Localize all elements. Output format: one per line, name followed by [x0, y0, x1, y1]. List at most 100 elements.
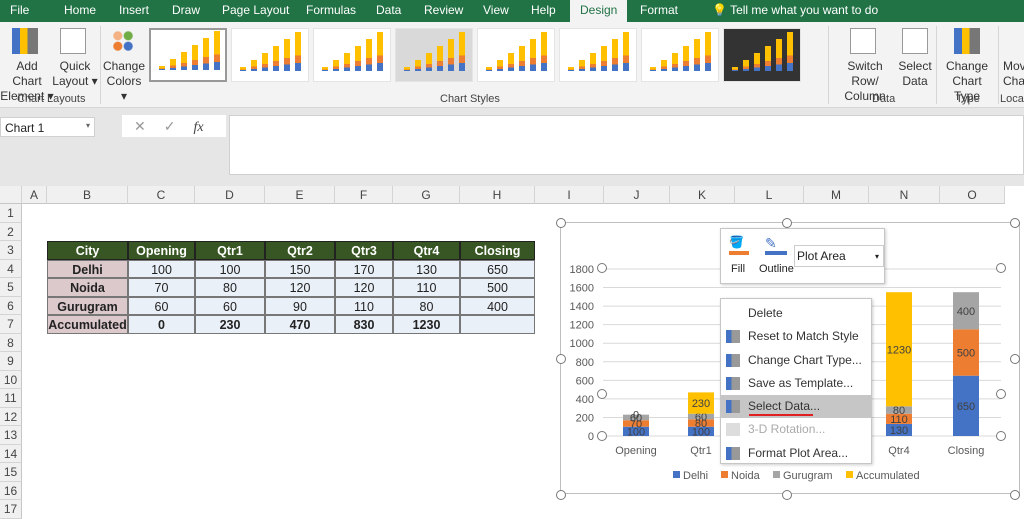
resize-handle[interactable]	[782, 490, 792, 500]
table-cell[interactable]: 500	[460, 278, 535, 297]
column-header[interactable]: B	[47, 186, 128, 204]
row-header[interactable]: 7	[0, 315, 22, 334]
resize-handle[interactable]	[782, 218, 792, 228]
row-header[interactable]: 13	[0, 426, 22, 445]
row-header[interactable]: 12	[0, 408, 22, 427]
column-header[interactable]: O	[940, 186, 1005, 204]
tab-insert[interactable]: Insert	[119, 3, 149, 17]
table-cell[interactable]: 830	[335, 315, 393, 334]
column-header[interactable]: M	[804, 186, 869, 204]
chart-style-5[interactable]	[477, 28, 555, 82]
enter-icon[interactable]: ✓	[164, 118, 176, 134]
table-cell[interactable]: 150	[265, 260, 335, 279]
chart-style-8[interactable]	[723, 28, 801, 82]
table-cell[interactable]	[460, 315, 535, 334]
resize-handle[interactable]	[597, 389, 607, 399]
table-cell[interactable]: 70	[128, 278, 195, 297]
resize-handle[interactable]	[996, 263, 1006, 273]
cancel-icon[interactable]: ✕	[134, 118, 146, 134]
row-header[interactable]: 1	[0, 204, 22, 223]
move-chart-button[interactable]: MoveChart	[1003, 59, 1024, 89]
row-header[interactable]: 6	[0, 297, 22, 316]
tab-review[interactable]: Review	[424, 3, 463, 17]
resize-handle[interactable]	[556, 218, 566, 228]
formula-input[interactable]	[229, 115, 1024, 175]
row-header[interactable]: 3	[0, 241, 22, 260]
resize-handle[interactable]	[1010, 218, 1020, 228]
table-cell[interactable]: 80	[393, 297, 460, 316]
table-cell[interactable]: 80	[195, 278, 265, 297]
resize-handle[interactable]	[597, 263, 607, 273]
column-header[interactable]: J	[604, 186, 670, 204]
tab-draw[interactable]: Draw	[172, 3, 200, 17]
table-header-cell[interactable]: Qtr4	[393, 241, 460, 260]
table-header-cell[interactable]: City	[47, 241, 128, 260]
outline-button[interactable]: Outline	[759, 263, 794, 275]
resize-handle[interactable]	[1010, 354, 1020, 364]
resize-handle[interactable]	[556, 354, 566, 364]
tab-design[interactable]: Design	[570, 0, 627, 22]
chart-style-4[interactable]	[395, 28, 473, 82]
resize-handle[interactable]	[996, 389, 1006, 399]
resize-handle[interactable]	[996, 431, 1006, 441]
tab-formulas[interactable]: Formulas	[306, 3, 356, 17]
tab-home[interactable]: Home	[64, 3, 96, 17]
column-header[interactable]: G	[393, 186, 460, 204]
tab-file[interactable]: File	[10, 3, 29, 17]
column-header[interactable]: H	[460, 186, 535, 204]
menu-item-3-d-rotation[interactable]: 3-D Rotation...	[721, 418, 871, 441]
select-data-button[interactable]: SelectData	[897, 59, 933, 89]
column-header[interactable]: C	[128, 186, 195, 204]
chart-style-7[interactable]	[641, 28, 719, 82]
table-header-cell[interactable]: Qtr1	[195, 241, 265, 260]
chart-style-3[interactable]	[313, 28, 391, 82]
column-header[interactable]: K	[670, 186, 735, 204]
menu-item-change-chart-type[interactable]: Change Chart Type...	[721, 349, 871, 372]
column-header[interactable]: L	[735, 186, 804, 204]
table-cell[interactable]: 60	[128, 297, 195, 316]
row-header[interactable]: 5	[0, 278, 22, 297]
row-header[interactable]: 10	[0, 371, 22, 390]
table-cell[interactable]: 110	[335, 297, 393, 316]
change-colors-button[interactable]: ChangeColors ▾	[102, 59, 146, 104]
column-header[interactable]: A	[22, 186, 47, 204]
table-cell[interactable]: 60	[195, 297, 265, 316]
table-cell[interactable]: Noida	[47, 278, 128, 297]
table-cell[interactable]: 110	[393, 278, 460, 297]
row-header[interactable]: 11	[0, 389, 22, 408]
tab-page-layout[interactable]: Page Layout	[222, 3, 289, 17]
table-cell[interactable]: 130	[393, 260, 460, 279]
table-header-cell[interactable]: Qtr3	[335, 241, 393, 260]
menu-item-delete[interactable]: Delete	[721, 302, 871, 325]
insert-function-icon[interactable]: fx	[193, 120, 203, 135]
table-cell[interactable]: Gurugram	[47, 297, 128, 316]
table-cell[interactable]: 100	[195, 260, 265, 279]
table-header-cell[interactable]: Qtr2	[265, 241, 335, 260]
chart-element-select[interactable]: Plot Area▾	[794, 245, 884, 267]
table-cell[interactable]: 100	[128, 260, 195, 279]
table-cell[interactable]: 120	[265, 278, 335, 297]
table-cell[interactable]: 650	[460, 260, 535, 279]
quick-layout-button[interactable]: QuickLayout ▾	[52, 59, 98, 89]
tab-view[interactable]: View	[483, 3, 509, 17]
resize-handle[interactable]	[597, 431, 607, 441]
tab-help[interactable]: Help	[531, 3, 556, 17]
tell-me-search[interactable]: 💡 Tell me what you want to do	[712, 3, 878, 17]
row-header[interactable]: 8	[0, 334, 22, 353]
fill-bucket-icon[interactable]: 🪣	[729, 235, 749, 255]
column-header[interactable]: D	[195, 186, 265, 204]
row-header[interactable]: 9	[0, 352, 22, 371]
menu-item-format-plot-area[interactable]: Format Plot Area...	[721, 442, 871, 465]
table-cell[interactable]: 470	[265, 315, 335, 334]
resize-handle[interactable]	[556, 490, 566, 500]
select-all-corner[interactable]	[0, 186, 22, 204]
column-header[interactable]: F	[335, 186, 393, 204]
row-header[interactable]: 15	[0, 463, 22, 482]
table-cell[interactable]: 230	[195, 315, 265, 334]
resize-handle[interactable]	[1010, 490, 1020, 500]
tab-data[interactable]: Data	[376, 3, 401, 17]
table-cell[interactable]: 1230	[393, 315, 460, 334]
row-header[interactable]: 16	[0, 482, 22, 501]
column-header[interactable]: I	[535, 186, 604, 204]
chart-style-6[interactable]	[559, 28, 637, 82]
